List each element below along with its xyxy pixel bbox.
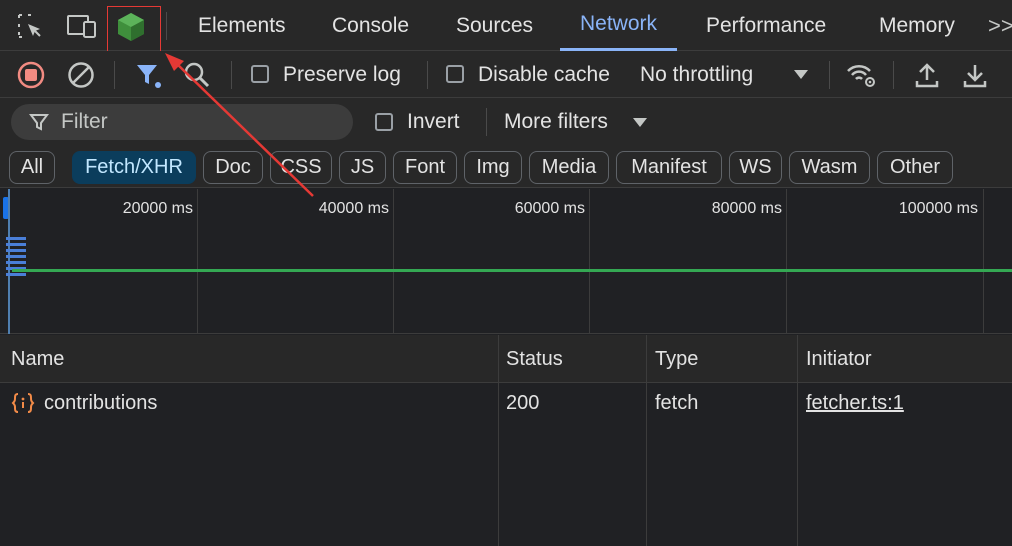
tab-sources[interactable]: Sources [456, 0, 533, 51]
column-header-initiator[interactable]: Initiator [806, 335, 872, 383]
timeline-tick-label: 100000 ms [898, 200, 978, 217]
column-header-name[interactable]: Name [11, 335, 64, 383]
chip-wasm[interactable]: Wasm [789, 151, 870, 184]
disable-cache-checkbox[interactable] [446, 65, 464, 83]
invert-checkbox[interactable] [375, 113, 393, 131]
column-divider [797, 335, 798, 546]
throttling-select[interactable]: No throttling [640, 63, 753, 87]
disable-cache-label: Disable cache [478, 63, 610, 86]
filter-bar-divider [486, 108, 487, 136]
request-initiator-link[interactable]: fetcher.ts:1 [806, 383, 904, 423]
toolbar-divider [231, 61, 232, 89]
chip-ws[interactable]: WS [729, 151, 782, 184]
resource-type-filter-bar: All Fetch/XHR Doc CSS JS Font Img Media … [0, 146, 1012, 188]
filter-placeholder: Filter [61, 110, 108, 133]
preserve-log-checkbox[interactable] [251, 65, 269, 83]
column-header-type[interactable]: Type [655, 335, 698, 383]
chevron-down-icon[interactable] [793, 67, 809, 81]
tab-performance[interactable]: Performance [706, 0, 826, 51]
column-divider [498, 335, 499, 546]
filter-funnel-icon [29, 112, 49, 132]
chip-doc[interactable]: Doc [203, 151, 263, 184]
chip-media[interactable]: Media [529, 151, 609, 184]
chip-fetch-xhr[interactable]: Fetch/XHR [72, 151, 196, 184]
network-overview-timeline[interactable]: 20000 ms 40000 ms 60000 ms 80000 ms 1000… [0, 189, 1012, 334]
toolbar-divider [114, 61, 115, 89]
device-toolbar-icon[interactable] [66, 11, 98, 41]
timeline-gridline [786, 189, 787, 334]
network-toolbar: Preserve log Disable cache No throttling [0, 51, 1012, 98]
chip-manifest[interactable]: Manifest [616, 151, 722, 184]
timeline-tick-label: 40000 ms [318, 200, 389, 217]
request-name[interactable]: contributions [44, 383, 157, 423]
chip-js[interactable]: JS [339, 151, 386, 184]
toolbar-divider [829, 61, 830, 89]
stop-recording-icon[interactable] [17, 61, 45, 89]
tabs-overflow-button[interactable]: >> [988, 0, 1012, 51]
chip-css[interactable]: CSS [270, 151, 332, 184]
filter-funnel-icon[interactable] [134, 61, 164, 91]
chip-font[interactable]: Font [393, 151, 457, 184]
more-filters-dropdown[interactable]: More filters [504, 110, 608, 134]
filter-input[interactable]: Filter [11, 104, 353, 140]
preserve-log-label: Preserve log [283, 63, 401, 86]
chevron-down-icon[interactable] [632, 115, 648, 129]
annotation-highlight-box [107, 6, 161, 56]
import-upload-icon[interactable] [913, 61, 941, 89]
invert-label: Invert [407, 110, 460, 133]
column-divider [646, 335, 647, 546]
timeline-gridline [393, 189, 394, 334]
requests-table-header: Name Status Type Initiator [0, 335, 1012, 383]
timeline-gridline [197, 189, 198, 334]
export-download-icon[interactable] [961, 61, 989, 89]
chip-other[interactable]: Other [877, 151, 953, 184]
tab-elements[interactable]: Elements [198, 0, 286, 51]
request-status: 200 [506, 391, 540, 414]
timeline-tick-label: 20000 ms [122, 200, 193, 217]
toolbar-divider [427, 61, 428, 89]
chip-img[interactable]: Img [464, 151, 522, 184]
fetch-braces-icon [11, 392, 35, 414]
devtools-tab-bar: Elements Console Sources Network Perform… [0, 0, 1012, 56]
search-icon[interactable] [183, 61, 211, 89]
chip-all[interactable]: All [9, 151, 55, 184]
request-type: fetch [655, 391, 699, 414]
timeline-gridline [983, 189, 984, 334]
timeline-tick-label: 60000 ms [514, 200, 585, 217]
column-header-status[interactable]: Status [506, 335, 563, 383]
toolbar-divider [893, 61, 894, 89]
network-conditions-icon[interactable] [845, 61, 877, 89]
tab-bar-divider [166, 12, 167, 40]
tab-network[interactable]: Network [560, 0, 678, 51]
timeline-tick-label: 80000 ms [711, 200, 782, 217]
timeline-gridline [589, 189, 590, 334]
filter-bar: Filter Invert More filters [0, 98, 1012, 146]
timeline-finish-line [12, 269, 1012, 272]
tab-memory[interactable]: Memory [879, 0, 955, 51]
tab-console[interactable]: Console [332, 0, 409, 51]
inspect-element-icon[interactable] [15, 11, 45, 41]
clear-icon[interactable] [67, 61, 95, 89]
